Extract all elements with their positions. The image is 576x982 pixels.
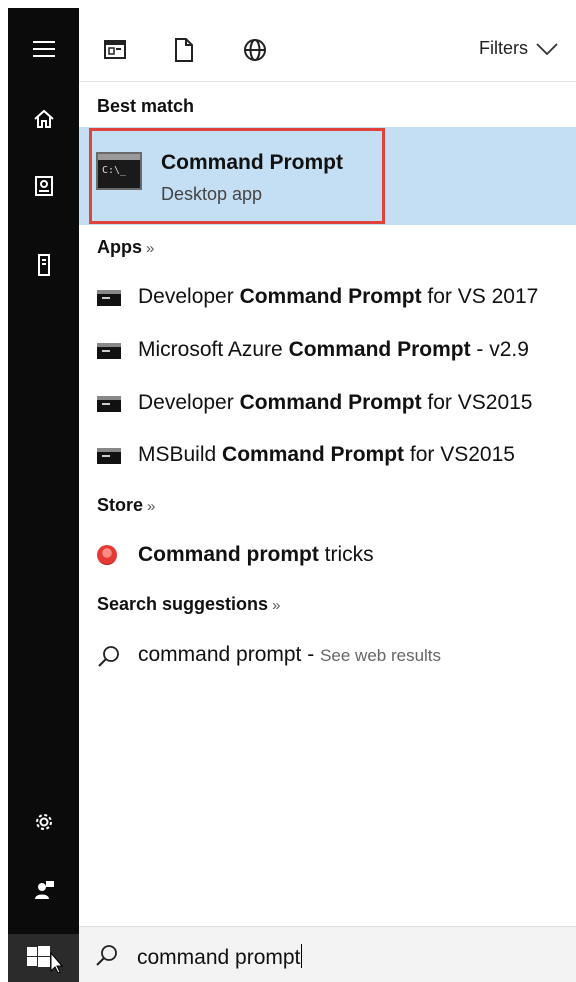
home-icon (33, 109, 54, 128)
settings-button[interactable] (8, 794, 79, 850)
search-icon (96, 945, 117, 966)
device-button[interactable] (8, 237, 79, 293)
app-result-label: Developer Command Prompt for VS 2017 (138, 285, 539, 308)
store-result-item[interactable]: Command prompt tricks (79, 534, 576, 578)
console-app-icon (97, 290, 121, 306)
app-result-item[interactable]: Developer Command Prompt for VS 2017 (79, 276, 576, 320)
search-icon (98, 646, 119, 667)
console-app-icon (97, 343, 121, 359)
documents-button[interactable] (8, 159, 79, 215)
apps-heading[interactable]: Apps» (97, 237, 154, 258)
search-suggestions-heading[interactable]: Search suggestions» (97, 594, 280, 615)
documents-scope-icon (175, 38, 193, 62)
console-app-icon (97, 448, 121, 464)
feedback-button[interactable] (8, 862, 79, 918)
chevron-down-icon (536, 42, 558, 55)
start-button[interactable] (8, 934, 79, 982)
app-result-item[interactable]: Developer Command Prompt for VS2015 (79, 382, 576, 426)
text-caret (301, 944, 303, 968)
app-result-item[interactable]: MSBuild Command Prompt for VS2015 (79, 434, 576, 478)
best-match-heading: Best match (97, 96, 195, 116)
web-scope-icon (244, 39, 266, 61)
apps-scope-icon (104, 40, 126, 59)
hamburger-menu-icon (32, 41, 55, 57)
store-heading[interactable]: Store» (97, 495, 155, 516)
best-match-title: Command Prompt (161, 151, 344, 174)
search-box[interactable]: command prompt (79, 926, 576, 982)
web-scope-button[interactable] (241, 36, 269, 64)
search-suggestion-item[interactable]: command prompt - See web results (79, 634, 576, 678)
settings-gear-icon (35, 814, 52, 830)
filters-label: Filters (479, 38, 528, 58)
home-button[interactable] (8, 91, 79, 147)
store-app-icon (97, 545, 117, 565)
documents-scope-button[interactable] (170, 36, 198, 64)
app-result-label: Developer Command Prompt for VS2015 (138, 391, 533, 414)
scope-toolbar: Filters (79, 8, 576, 82)
windows-start-icon (26, 946, 63, 973)
filters-dropdown[interactable]: Filters (479, 38, 558, 59)
command-prompt-icon: C:\_ (96, 152, 142, 190)
app-result-label: Microsoft Azure Command Prompt - v2.9 (138, 338, 529, 361)
user-feedback-icon (34, 881, 54, 899)
apps-scope-button[interactable] (101, 36, 129, 64)
left-rail (8, 8, 79, 982)
app-result-label: MSBuild Command Prompt for VS2015 (138, 443, 515, 466)
app-result-item[interactable]: Microsoft Azure Command Prompt - v2.9 (79, 329, 576, 373)
best-match-subtitle: Desktop app (161, 184, 263, 204)
hamburger-menu-button[interactable] (8, 21, 79, 77)
suggestion-label: command prompt - See web results (138, 643, 442, 666)
tower-pc-icon (37, 254, 50, 276)
documents-icon (34, 176, 53, 196)
search-input[interactable]: command prompt (137, 944, 303, 970)
console-app-icon (97, 396, 121, 412)
see-web-results-link: See web results (320, 646, 442, 665)
store-result-label: Command prompt tricks (138, 543, 374, 566)
